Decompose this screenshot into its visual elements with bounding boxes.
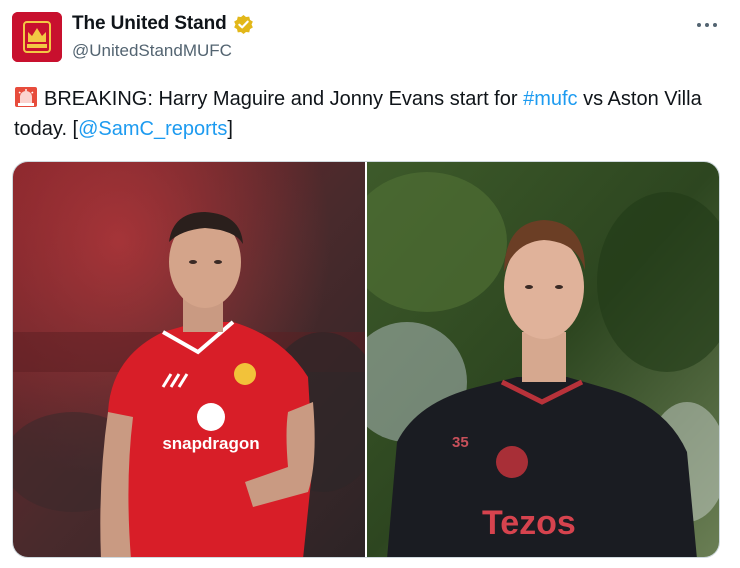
- sponsor-tezos: Tezos: [482, 504, 576, 542]
- avatar[interactable]: [12, 12, 62, 62]
- media-grid: snapdragon 35 Tezos: [12, 161, 720, 558]
- more-options-icon[interactable]: [690, 12, 724, 38]
- photo-left[interactable]: snapdragon: [13, 162, 365, 557]
- display-name[interactable]: The United Stand: [72, 13, 227, 35]
- tweet-text: BREAKING: Harry Maguire and Jonny Evans …: [14, 84, 726, 144]
- siren-icon: [14, 86, 38, 108]
- name-row: The United Stand: [72, 13, 254, 35]
- photo-right[interactable]: 35 Tezos: [367, 162, 719, 557]
- hashtag-link[interactable]: #mufc: [523, 88, 577, 110]
- tweet-text-part: ]: [227, 118, 233, 140]
- mention-link[interactable]: @SamC_reports: [78, 118, 227, 140]
- tweet: The United Stand @UnitedStandMUFC BREAKI…: [0, 0, 740, 568]
- handle[interactable]: @UnitedStandMUFC: [72, 41, 232, 61]
- verified-badge-icon: [233, 14, 254, 35]
- sponsor-snapdragon: snapdragon: [162, 434, 259, 453]
- tweet-text-part: BREAKING: Harry Maguire and Jonny Evans …: [44, 88, 524, 110]
- shirt-number: 35: [452, 434, 469, 451]
